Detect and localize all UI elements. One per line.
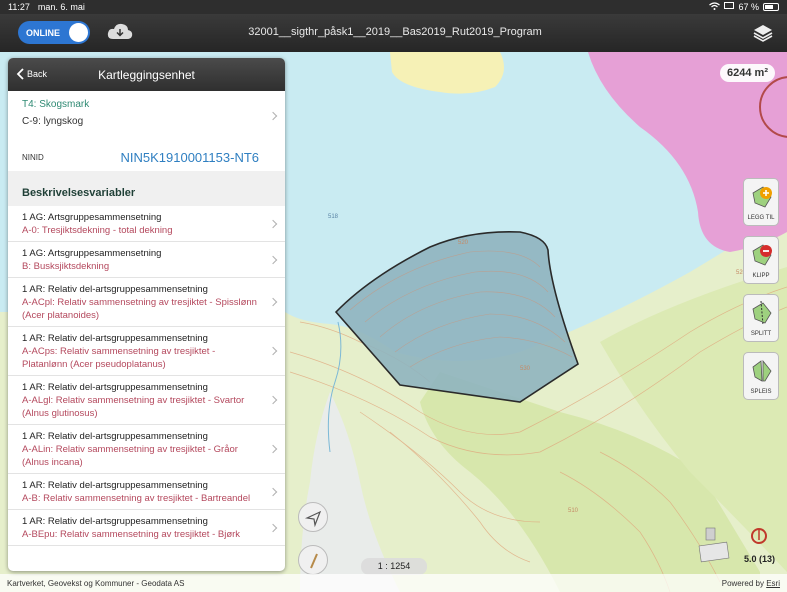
wifi-icon [709,2,721,12]
merge-tool-label: SPLEIS [750,389,772,395]
merge-polygon-icon [752,359,772,382]
locate-button[interactable] [298,502,328,532]
cloud-download-button[interactable] [106,21,134,43]
item-title: 1 AG: Artsgruppesammensetning [22,212,162,223]
list-item[interactable]: 1 AR: Relativ del-artsgruppesammensetnin… [8,327,285,376]
cut-tool-label: KLIPP [752,273,770,279]
chevron-right-icon [268,444,278,454]
contour-label: 510 [568,508,579,514]
contour-label: 530 [520,366,531,372]
list-item[interactable]: 1 AR: Relativ del-artsgruppesammensetnin… [8,376,285,425]
description-variable-list: 1 AG: Artsgruppesammensetning A-0: Tresj… [8,206,285,546]
battery-percent: 67 % [738,2,759,12]
chevron-right-icon [268,297,278,307]
list-item[interactable]: 1 AR: Relativ del-artsgruppesammensetnin… [8,474,285,510]
chevron-right-icon [268,255,278,265]
item-value: A-BEpu: Relativ sammensetning av tresjik… [22,529,241,540]
battery-icon [763,3,779,11]
split-polygon-icon [752,301,772,325]
ninid-row: NINID NIN5K1910001153-NT6 [8,143,285,171]
nature-type-row[interactable]: T4: Skogsmark C-9: lyngskog [8,91,285,143]
add-tool-button[interactable]: LEGG TIL [743,178,779,226]
nature-type-sub: C-9: lyngskog [22,116,84,127]
chevron-right-icon [268,346,278,356]
list-item[interactable]: 1 AR: Relativ del-artsgruppesammensetnin… [8,425,285,474]
map-attribution: Kartverket, Geovekst og Kommuner - Geoda… [0,574,787,592]
cloud-download-icon [107,23,133,39]
cut-polygon-icon [752,244,772,266]
status-bar: 11:27 man. 6. mai 67 % [0,0,787,14]
layers-button[interactable] [753,23,773,43]
gps-accuracy: 5.0 (13) [744,554,776,564]
panel-title: Kartleggingsenhet [98,68,195,82]
cut-tool-button[interactable]: KLIPP [743,236,779,284]
item-value: A-ACps: Relativ sammensetning av tresjik… [22,346,216,370]
status-date: man. 6. mai [37,2,85,12]
add-polygon-icon [752,186,772,208]
esri-link[interactable]: Esri [766,579,780,588]
online-toggle[interactable]: ONLINE [18,21,90,44]
chevron-right-icon [268,523,278,533]
powered-by: Powered by Esri [722,579,780,588]
merge-tool-button[interactable]: SPLEIS [743,352,779,400]
add-tool-label: LEGG TIL [747,215,775,221]
item-title: 1 AR: Relativ del-artsgruppesammensetnin… [22,333,208,344]
powered-by-label: Powered by [721,578,764,588]
section-header: Beskrivelsesvariabler [8,171,285,206]
compass-icon [310,553,318,569]
split-tool-label: SPLITT [750,331,772,337]
list-item[interactable]: 1 AR: Relativ del-artsgruppesammensetnin… [8,278,285,327]
app-screen: 11:27 man. 6. mai 67 % ONLINE 32001__sig… [0,0,787,592]
chevron-right-icon [268,395,278,405]
list-item[interactable]: 1 AG: Artsgruppesammensetning A-0: Tresj… [8,206,285,242]
layers-icon [753,25,773,42]
contour-label: 518 [328,214,339,220]
item-value: A-B: Relativ sammensetning av tresjiktet… [22,493,251,504]
item-value: B: Busksjiktsdekning [22,261,110,272]
item-value: A-ALin: Relativ sammensetning av tresjik… [22,444,238,468]
item-title: 1 AR: Relativ del-artsgruppesammensetnin… [22,431,208,442]
list-item[interactable]: 1 AG: Artsgruppesammensetning B: Busksji… [8,242,285,278]
item-title: 1 AR: Relativ del-artsgruppesammensetnin… [22,516,208,527]
item-title: 1 AR: Relativ del-artsgruppesammensetnin… [22,284,208,295]
navigation-arrow-icon [304,510,322,528]
attribution-text: Kartverket, Geovekst og Kommuner - Geoda… [7,578,185,588]
chevron-right-icon [268,219,278,229]
item-title: 1 AG: Artsgruppesammensetning [22,248,162,259]
panel-header: Back Kartleggingsenhet [8,58,285,91]
map-scale: 1 : 1254 [361,558,427,575]
compass-button[interactable] [298,545,328,575]
status-time: 11:27 [8,2,30,12]
list-item[interactable]: 1 AR: Relativ del-artsgruppesammensetnin… [8,510,285,546]
top-nav-bar: ONLINE 32001__sigthr_påsk1__2019__Bas201… [0,14,787,52]
item-value: A-ACpl: Relativ sammensetning av tresjik… [22,297,257,321]
nature-type-main: T4: Skogsmark [22,99,90,110]
ninid-value: NIN5K1910001153-NT6 [120,149,259,165]
mapping-unit-panel: Back Kartleggingsenhet T4: Skogsmark C-9… [8,58,285,571]
contour-label: 520 [458,240,469,246]
screen-mirror-icon [724,2,735,12]
online-toggle-label: ONLINE [26,27,61,38]
chevron-right-icon [268,487,278,497]
item-value: A-0: Tresjiktsdekning - total dekning [22,225,173,236]
area-badge: 6244 m² [720,64,775,82]
split-tool-button[interactable]: SPLITT [743,294,779,342]
item-title: 1 AR: Relativ del-artsgruppesammensetnin… [22,480,208,491]
project-title: 32001__sigthr_påsk1__2019__Bas2019_Rut20… [248,26,542,38]
item-title: 1 AR: Relativ del-artsgruppesammensetnin… [22,382,208,393]
ninid-label: NINID [22,152,44,162]
toggle-knob [69,23,88,42]
item-value: A-ALgl: Relativ sammensetning av tresjik… [22,395,245,419]
